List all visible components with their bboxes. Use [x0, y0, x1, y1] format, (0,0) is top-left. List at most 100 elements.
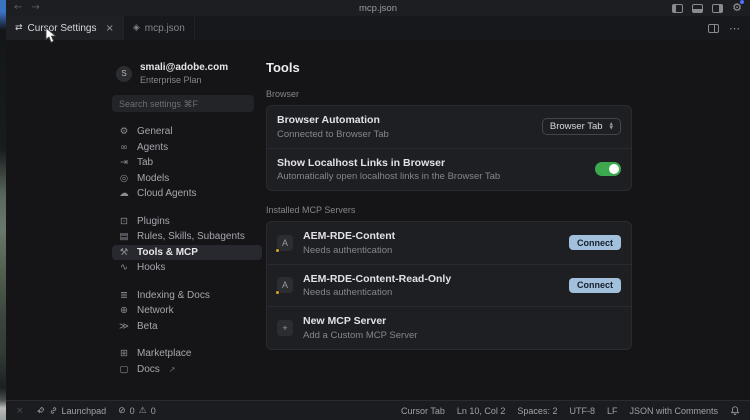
sidebar-item-docs[interactable]: ▢ Docs ↗: [112, 362, 262, 378]
sidebar-item-models[interactable]: ◎ Models: [112, 171, 262, 187]
warnings-icon: ⚠: [138, 405, 147, 416]
editor-tab-bar: ⇄ Cursor Settings × ◈ mcp.json ⋯: [6, 16, 750, 40]
sidebar-item-label: Agents: [137, 141, 169, 153]
toggle-right-panel-icon[interactable]: [712, 3, 724, 13]
sidebar-item-indexing-docs[interactable]: ≣ Indexing & Docs: [112, 288, 262, 304]
more-actions-icon[interactable]: ⋯: [729, 23, 740, 34]
account-plan: Enterprise Plan: [140, 75, 202, 85]
notifications-bell-icon[interactable]: [730, 405, 740, 416]
title-bar: ← → mcp.json ⚙: [6, 0, 750, 16]
sidebar-item-label: Models: [137, 172, 170, 184]
connect-button[interactable]: Connect: [569, 235, 621, 251]
encoding-status[interactable]: UTF-8: [569, 406, 595, 416]
sidebar-item-tab[interactable]: ⇥ Tab: [112, 155, 262, 171]
nav-group-resources: ≣ Indexing & Docs ⊕ Network ≫ Beta: [112, 288, 262, 335]
gear-icon: ⚙: [119, 126, 129, 138]
toggle-bottom-panel-icon[interactable]: [692, 3, 704, 13]
tab-label: mcp.json: [144, 22, 185, 34]
double-chevron-icon: ≫: [119, 320, 129, 332]
nav-group-extensibility: ⊡ Plugins ▤ Rules, Skills, Subagents ⚒ T…: [112, 214, 262, 276]
history-back-icon[interactable]: ←: [14, 3, 22, 13]
errors-count: 0: [129, 405, 135, 416]
sidebar-item-marketplace[interactable]: ⊞ Marketplace: [112, 346, 262, 362]
setting-title: Browser Automation: [277, 114, 380, 126]
nav-group-external: ⊞ Marketplace ▢ Docs ↗: [112, 346, 262, 377]
connect-button[interactable]: Connect: [569, 277, 621, 293]
split-editor-icon[interactable]: [708, 23, 719, 33]
settings-page: S smali@adobe.com Enterprise Plan ⚙ Gene…: [6, 40, 750, 400]
account-email: smali@adobe.com: [140, 62, 229, 73]
database-icon: ≣: [120, 289, 128, 301]
sidebar-item-rules[interactable]: ▤ Rules, Skills, Subagents: [112, 229, 262, 245]
remote-indicator-icon[interactable]: ×: [16, 406, 24, 416]
language-mode[interactable]: JSON with Comments: [629, 406, 718, 416]
localhost-links-toggle[interactable]: [595, 162, 621, 177]
window-title: mcp.json: [358, 2, 397, 14]
sidebar-item-agents[interactable]: ∞ Agents: [112, 140, 262, 156]
server-name: New MCP Server: [303, 315, 387, 327]
sidebar-item-label: Rules, Skills, Subagents: [137, 231, 245, 243]
search-settings-input[interactable]: [112, 95, 254, 112]
tab-arrow-icon: ⇥: [120, 157, 128, 169]
indentation-status[interactable]: Spaces: 2: [517, 406, 557, 416]
sidebar-item-network[interactable]: ⊕ Network: [112, 303, 262, 319]
sidebar-item-hooks[interactable]: ∿ Hooks: [112, 260, 262, 276]
browser-automation-row: Browser Automation Connected to Browser …: [267, 106, 631, 148]
mcp-section-label: Installed MCP Servers: [266, 205, 356, 215]
link-icon: [50, 407, 56, 414]
settings-gear-icon[interactable]: ⚙: [732, 0, 744, 14]
rocket-icon: [36, 407, 44, 414]
cursor-position[interactable]: Ln 10, Col 2: [457, 406, 506, 416]
server-name: AEM-RDE-Content: [303, 230, 396, 242]
history-forward-icon[interactable]: →: [31, 3, 39, 13]
server-name: AEM-RDE-Content-Read-Only: [303, 272, 452, 285]
toggle-left-panel-icon[interactable]: [672, 3, 684, 13]
localhost-links-row: Show Localhost Links in Browser Automati…: [267, 147, 631, 191]
browser-section-label: Browser: [266, 89, 300, 99]
cursor-app-window: ← → mcp.json ⚙ ⇄ Cursor Settings × ◈ mcp…: [6, 0, 750, 420]
sidebar-item-cloud-agents[interactable]: ☁ Cloud Agents: [112, 186, 262, 202]
close-tab-icon[interactable]: ×: [105, 23, 113, 34]
toggle-knob: [609, 164, 619, 175]
browser-target-dropdown[interactable]: Browser Tab ▲ ▼: [541, 118, 621, 136]
setting-title: Show Localhost Links in Browser: [277, 156, 446, 169]
problems-indicator[interactable]: ⊘ 0 ⚠ 0: [118, 406, 156, 416]
server-status: Needs authentication: [303, 287, 393, 298]
infinity-icon: ∞: [120, 141, 128, 153]
sidebar-item-tools-mcp[interactable]: ⚒ Tools & MCP: [112, 244, 262, 260]
page-title: Tools: [266, 60, 300, 75]
setting-subtitle: Connected to Browser Tab: [277, 128, 389, 140]
sidebar-item-plugins[interactable]: ⊡ Plugins: [112, 214, 262, 230]
launchpad-button[interactable]: Launchpad: [36, 406, 106, 416]
json-file-icon: ◈: [132, 23, 140, 33]
cloud-icon: ☁: [119, 188, 129, 200]
stepper-icon: ▲ ▼: [609, 121, 613, 131]
sidebar-item-label: Beta: [137, 320, 158, 332]
server-avatar: A: [275, 277, 293, 296]
tab-cursor-settings[interactable]: ⇄ Cursor Settings ×: [6, 16, 124, 40]
avatar: S: [116, 65, 132, 82]
sidebar-item-label: Tools & MCP: [137, 246, 198, 258]
sidebar-item-beta[interactable]: ≫ Beta: [112, 319, 262, 335]
hook-icon: ∿: [120, 262, 128, 274]
sidebar-item-label: Docs: [137, 363, 160, 375]
eol-status[interactable]: LF: [607, 406, 618, 416]
needs-auth-dot: [275, 247, 280, 253]
tab-mcp-json[interactable]: ◈ mcp.json: [124, 16, 195, 40]
needs-auth-dot: [275, 290, 280, 296]
new-mcp-server-row[interactable]: + New MCP Server Add a Custom MCP Server: [267, 306, 631, 349]
sidebar-item-label: Marketplace: [137, 348, 192, 360]
tab-label: Cursor Settings: [27, 22, 97, 34]
sidebar-item-general[interactable]: ⚙ General: [112, 124, 262, 140]
sidebar-item-label: General: [137, 126, 173, 138]
server-avatar: A: [275, 234, 293, 253]
mcp-server-row: A AEM-RDE-Content Needs authentication C…: [267, 222, 631, 264]
mcp-server-row: A AEM-RDE-Content-Read-Only Needs authen…: [267, 263, 631, 307]
sidebar-item-label: Network: [137, 305, 174, 317]
cursor-tab-status[interactable]: Cursor Tab: [401, 406, 445, 416]
sidebar-item-label: Tab: [137, 157, 154, 169]
sidebar-item-label: Plugins: [137, 215, 170, 227]
sidebar-item-label: Cloud Agents: [137, 188, 197, 200]
settings-main-content: Tools Browser Browser Automation Connect…: [266, 60, 632, 350]
plus-icon: +: [277, 319, 293, 336]
